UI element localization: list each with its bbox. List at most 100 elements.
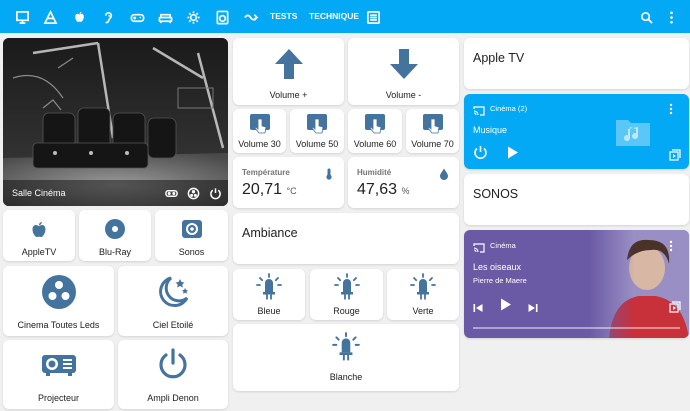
volume-up-label: Volume + [269,90,308,100]
volume-preset-70[interactable]: Volume 70 [406,109,459,153]
sofa-icon[interactable] [156,8,174,26]
previous-track-icon[interactable] [473,300,483,318]
disc-icon [104,218,126,240]
temperature-label: Température [242,168,290,177]
list-icon[interactable] [364,8,382,26]
humidity-unit: % [401,186,410,196]
cast-waves-icon[interactable] [242,8,260,26]
apple-icon [29,219,49,241]
power-icon[interactable] [209,187,222,200]
lightbulb-led-icon [333,273,361,301]
light-button-rouge[interactable]: Rouge [310,269,383,320]
touch-icon [364,113,386,135]
scene-button-ciel-etoile[interactable]: Ciel Etoilé [118,266,228,336]
scene-button-cinema-leds[interactable]: Cinema Toutes Leds [3,266,114,336]
album-art [589,230,689,338]
light-button-verte[interactable]: Verte [387,269,459,320]
apple-tv-title-card: Apple TV [464,38,689,89]
media-player-name: Cinéma [490,241,516,250]
source-label: Sonos [178,247,205,257]
source-label: Blu-Ray [98,247,131,257]
apple-tv-title: Apple TV [473,51,525,65]
volume-down-button[interactable]: Volume - [348,38,459,105]
volume-preset-50[interactable]: Volume 50 [290,109,344,153]
volume-preset-label: Volume 60 [353,139,397,149]
power-icon [156,347,190,381]
source-button-bluray[interactable]: Blu-Ray [79,210,151,261]
source-button-appletv[interactable]: AppleTV [3,210,75,261]
playlist-icon[interactable] [669,148,681,166]
tab-technique[interactable]: TECHNIQUE [309,11,359,21]
scene-button-ampli-denon[interactable]: Ampli Denon [118,340,228,409]
speaker-icon [181,218,203,240]
play-icon[interactable] [507,146,519,164]
temperature-value: 20,71 °C [242,181,297,198]
light-label: Verte [412,306,434,316]
volume-preset-label: Volume 50 [295,139,339,149]
track-title: Les oiseaux [473,262,522,272]
camera-title: Salle Cinéma [12,188,66,198]
top-app-bar: TESTS TECHNIQUE [0,0,690,33]
more-icon[interactable] [662,8,680,26]
water-drop-icon [439,167,449,180]
media-app-name: Musique [473,125,508,135]
volume-down-label: Volume - [385,90,422,100]
search-icon[interactable] [637,8,655,26]
scene-button-projecteur[interactable]: Projecteur [3,340,114,409]
volume-preset-label: Volume 70 [411,139,454,149]
volume-preset-30[interactable]: Volume 30 [233,109,286,153]
led-cluster-icon [41,274,77,310]
music-folder-icon [614,116,652,153]
temperature-unit: °C [286,186,297,196]
apple-icon[interactable] [70,8,88,26]
remote-icon[interactable] [187,187,200,200]
camera-card[interactable]: Salle Cinéma [3,38,228,206]
temperature-sensor-card[interactable]: Température 20,71 °C [233,157,344,208]
light-button-bleue[interactable]: Bleue [233,269,305,320]
playlist-icon[interactable] [669,300,681,318]
ambiance-title-card: Ambiance [233,213,459,264]
sonos-title: SONOS [473,187,519,201]
source-label: AppleTV [21,247,57,257]
humidity-value: 47,63 % [357,181,410,198]
lightbulb-led-icon [331,332,361,362]
touch-icon [422,113,444,135]
lightbulb-led-icon [255,273,283,301]
hearing-icon[interactable] [99,8,117,26]
gamepad-icon[interactable] [165,187,178,200]
next-track-icon[interactable] [528,300,538,318]
gamepad-icon[interactable] [128,8,146,26]
progress-bar[interactable] [473,327,680,329]
light-label: Bleue [257,306,281,316]
washing-machine-icon[interactable] [213,8,231,26]
media-player-cinema-2[interactable]: Cinéma (2) Musique [464,94,689,169]
light-icon[interactable] [184,8,202,26]
tab-tests[interactable]: TESTS [270,11,297,21]
volume-preset-60[interactable]: Volume 60 [348,109,402,153]
projector-icon [40,349,78,379]
arrow-up-icon [274,48,304,80]
more-icon[interactable] [669,102,673,120]
ambiance-title: Ambiance [242,226,298,240]
light-label: Rouge [333,306,360,316]
humidity-sensor-card[interactable]: Humidité 47,63 % [348,157,459,208]
light-button-blanche[interactable]: Blanche [233,324,459,391]
sonos-title-card: SONOS [464,174,689,225]
thermometer-icon [324,167,334,180]
cinema-screen-icon[interactable] [13,8,31,26]
touch-icon [306,113,328,135]
volume-up-button[interactable]: Volume + [233,38,344,105]
arrow-down-icon [389,48,419,80]
scene-label: Ciel Etoilé [152,320,194,330]
play-icon[interactable] [500,298,512,316]
source-button-sonos[interactable]: Sonos [155,210,228,261]
cast-icon[interactable] [473,240,485,258]
cast-icon[interactable] [473,103,485,121]
volume-preset-label: Volume 30 [238,139,281,149]
power-icon[interactable] [473,145,488,165]
humidity-label: Humidité [357,168,392,177]
more-icon[interactable] [669,239,673,257]
media-player-cinema[interactable]: Cinéma Les oiseaux Pierre de Maere [464,230,689,338]
media-player-name: Cinéma (2) [490,104,528,113]
pyramid-icon[interactable] [41,8,59,26]
